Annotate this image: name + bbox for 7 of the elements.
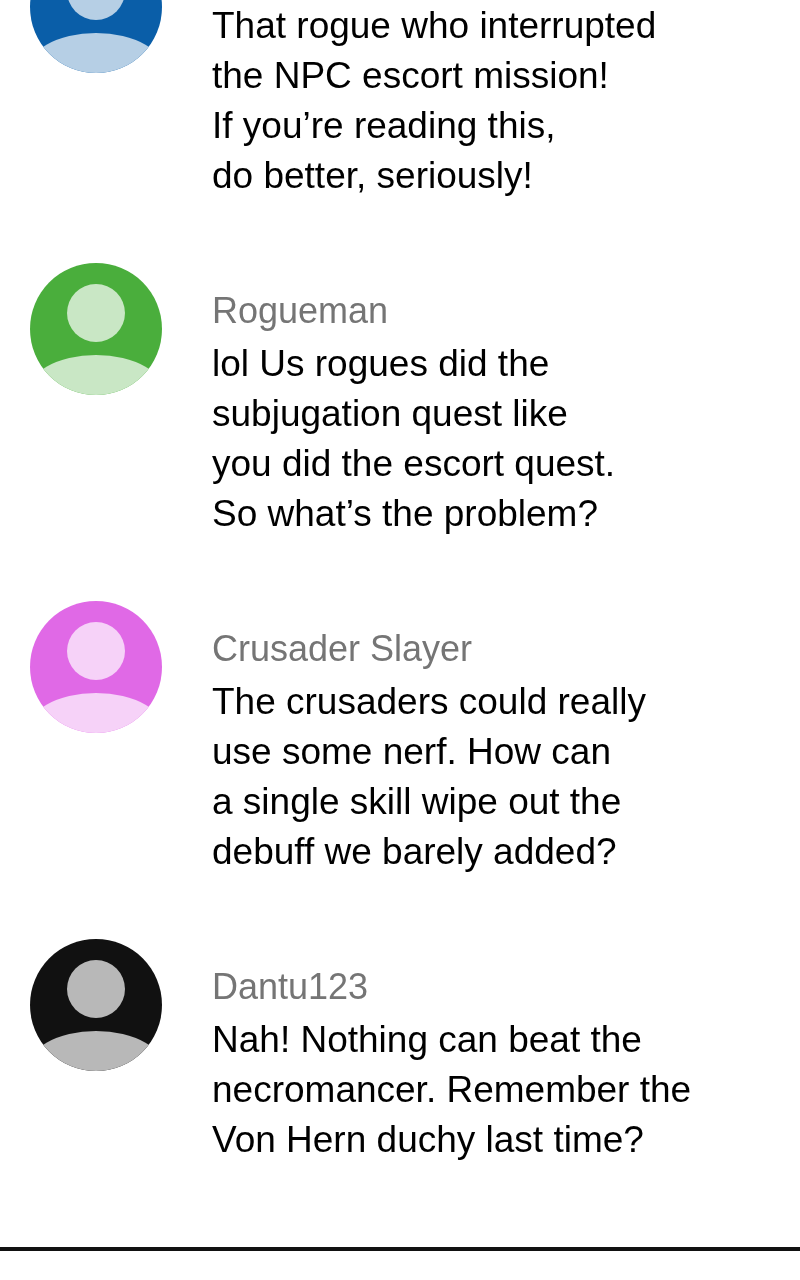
username: Crusader Slayer — [212, 627, 474, 671]
comment-text: Nah! Nothing can beat the necromancer. Remember the Von Hern duchy last time? — [212, 1018, 692, 1162]
comment-text: lol Us rogues did the subjugation quest like you did the escort quest. So what’s the problem? — [212, 342, 616, 536]
comment-text: That rogue who interrupted the NPC escort mission! If you’re reading this, do better, seriously! — [212, 4, 657, 198]
username: Rogueman — [212, 289, 390, 333]
username: Dantu123 — [212, 965, 370, 1009]
comment-text: The crusaders could really use some nerf. How can a single skill wipe out the debuff we barely added? — [212, 680, 646, 874]
